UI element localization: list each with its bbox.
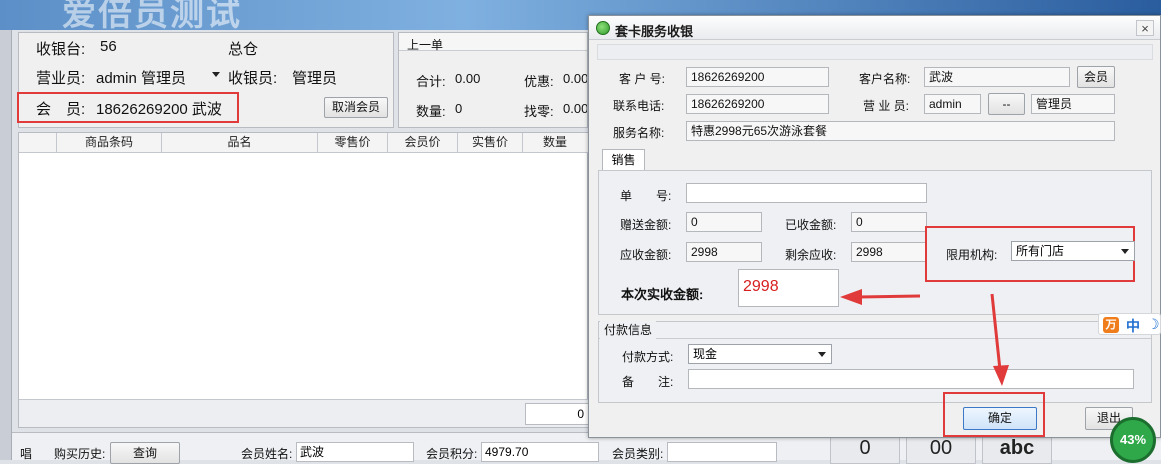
order-no-label: 单 号: — [620, 189, 672, 203]
package-card-checkout-dialog: 套卡服务收银 × 客 户 号: 18626269200 客户名称: 武波 会员 … — [588, 15, 1161, 438]
ime-toolbar[interactable]: 万 中 ☽ — [1098, 313, 1161, 335]
grid-col-barcode[interactable]: 商品条码 — [57, 133, 162, 153]
service-name-label: 服务名称: — [613, 126, 665, 140]
member-name-label: 会员姓名: — [241, 447, 293, 461]
customer-no-label: 客 户 号: — [619, 72, 666, 86]
product-grid[interactable]: 商品条码 品名 零售价 会员价 实售价 数量 0 — [18, 132, 589, 428]
phone-label: 联系电话: — [613, 99, 665, 113]
salesperson-label: 营业员: — [36, 70, 86, 87]
moon-icon[interactable]: ☽ — [1147, 316, 1160, 333]
member-type-field — [667, 442, 777, 462]
payment-method-label: 付款方式: — [622, 350, 674, 364]
discount-value: 0.00 — [563, 71, 587, 86]
receivable-label: 应收金额: — [620, 248, 672, 262]
cancel-member-button[interactable]: 取消会员 — [324, 97, 388, 118]
service-name-field: 特惠2998元65次游泳套餐 — [686, 121, 1115, 141]
grid-col-retail-price[interactable]: 零售价 — [318, 133, 388, 153]
payment-section-title: 付款信息 — [600, 321, 657, 339]
customer-name-field[interactable]: 武波 — [924, 67, 1070, 87]
salesperson-pick-button[interactable]: -- — [988, 93, 1025, 115]
banner-title: 爱倍员测试 — [62, 0, 242, 30]
left-edge-panel — [0, 30, 12, 460]
register-value: 56 — [100, 38, 117, 55]
note-label: 备 注: — [622, 375, 674, 389]
grid-header: 商品条码 品名 零售价 会员价 实售价 数量 — [19, 133, 589, 153]
app-icon — [596, 21, 610, 35]
member-button[interactable]: 会员 — [1077, 66, 1115, 88]
purchase-history-label: 购买历史: — [54, 447, 106, 461]
change-value: 0.00 — [563, 101, 587, 116]
tab-sale[interactable]: 销售 — [602, 149, 645, 171]
bottom-side-label: 唱 — [20, 447, 33, 461]
order-summary-panel: 上一单 合计: 0.00 优惠: 0.00 数量: 0 找零: 0.00 — [398, 32, 588, 128]
order-no-field[interactable] — [686, 183, 927, 203]
customer-no-field[interactable]: 18626269200 — [686, 67, 829, 87]
last-order-label[interactable]: 上一单 — [407, 36, 443, 53]
salesperson-value[interactable]: admin 管理员 — [96, 67, 186, 88]
register-label: 收银台: — [36, 41, 86, 58]
receivable-field: 2998 — [686, 242, 762, 262]
remaining-field: 2998 — [851, 242, 927, 262]
grid-footer: 0 — [19, 399, 589, 427]
grid-col-0 — [19, 133, 57, 153]
change-label: 找零: — [524, 104, 554, 119]
grid-footer-total: 0 — [525, 403, 589, 425]
member-type-label: 会员类别: — [612, 447, 664, 461]
chevron-down-icon — [818, 352, 826, 357]
customer-name-label: 客户名称: — [859, 72, 911, 86]
phone-field[interactable]: 18626269200 — [686, 94, 829, 114]
quantity-label: 数量: — [416, 104, 446, 119]
gift-amount-field: 0 — [686, 212, 762, 232]
quantity-value: 0 — [455, 101, 463, 116]
salesperson-code-field[interactable]: admin — [924, 94, 981, 114]
dialog-salesperson-label: 营 业 员: — [863, 99, 910, 113]
close-icon[interactable]: × — [1136, 20, 1154, 36]
payment-method-value: 现金 — [693, 347, 718, 361]
discount-label: 优惠: — [524, 74, 554, 89]
ime-logo-icon: 万 — [1103, 317, 1119, 333]
member-name-field: 武波 — [296, 442, 414, 462]
total-value: 0.00 — [455, 71, 481, 86]
member-highlight-box — [17, 92, 239, 123]
member-points-label: 会员积分: — [426, 447, 478, 461]
payment-panel — [598, 321, 1152, 403]
payment-method-select[interactable]: 现金 — [688, 344, 832, 364]
limit-org-value: 所有门店 — [1016, 244, 1065, 258]
member-points-field: 4979.70 — [481, 442, 599, 462]
received-amount-field: 0 — [851, 212, 927, 232]
remaining-label: 剩余应收: — [785, 248, 837, 262]
dialog-header-strip — [597, 44, 1153, 60]
dialog-titlebar[interactable]: 套卡服务收银 × — [589, 16, 1160, 40]
grid-col-name[interactable]: 品名 — [162, 133, 318, 153]
grid-col-actual-price[interactable]: 实售价 — [458, 133, 523, 153]
grid-col-member-price[interactable]: 会员价 — [388, 133, 458, 153]
limit-org-label: 限用机构: — [946, 248, 998, 262]
actual-amount-field[interactable]: 2998 — [738, 269, 839, 307]
limit-org-select[interactable]: 所有门店 — [1011, 241, 1135, 261]
received-amount-label: 已收金额: — [785, 218, 837, 232]
cashier-label: 收银员: — [228, 70, 278, 87]
note-field[interactable] — [688, 369, 1134, 389]
ime-mode-indicator[interactable]: 中 — [1126, 316, 1140, 336]
usage-badge[interactable]: 43% — [1110, 417, 1156, 463]
dialog-title: 套卡服务收银 — [615, 24, 694, 39]
confirm-button[interactable]: 确定 — [963, 407, 1037, 430]
chevron-down-icon — [1121, 249, 1129, 254]
actual-amount-label: 本次实收金额: — [621, 287, 704, 302]
query-button[interactable]: 查询 — [110, 442, 180, 464]
salesperson-name-field: 管理员 — [1031, 94, 1115, 114]
cashier-value: 管理员 — [292, 70, 338, 87]
gift-amount-label: 赠送金额: — [620, 218, 672, 232]
grid-col-quantity[interactable]: 数量 — [523, 133, 587, 153]
salesperson-dropdown-icon[interactable] — [212, 72, 220, 77]
store-name: 总仓 — [228, 41, 259, 58]
total-label: 合计: — [416, 74, 446, 89]
